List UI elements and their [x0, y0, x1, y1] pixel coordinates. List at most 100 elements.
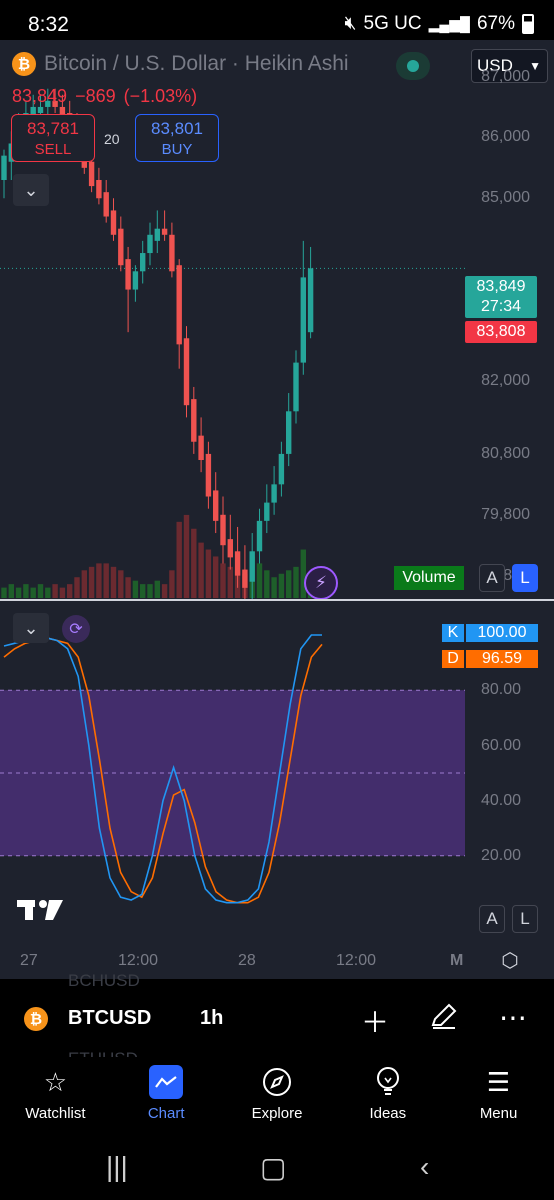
settings-hexagon-icon[interactable]: ⬡: [497, 947, 523, 973]
nav-ideas[interactable]: Ideas: [332, 1057, 443, 1137]
price-axis-label: 85,000: [481, 189, 530, 207]
sync-icon[interactable]: ⟳: [62, 615, 90, 643]
volume-bar: [30, 587, 36, 598]
volume-bar: [140, 584, 146, 598]
price-change: −869: [75, 86, 116, 106]
d-value: 96.59: [466, 650, 538, 668]
stochastic-pane[interactable]: ⌄ ⟳ K 100.00 D 96.59 80.00 60.00 40.00 2…: [0, 601, 554, 979]
candle-body: [213, 490, 219, 521]
volume-bar: [67, 584, 73, 598]
menu-icon: ☰: [486, 1066, 511, 1097]
sell-button[interactable]: 83,781 SELL: [11, 114, 95, 162]
candle-body: [307, 268, 314, 333]
symbol-selector[interactable]: BTCUSD: [68, 1007, 151, 1030]
candle-body: [198, 435, 204, 460]
nav-chart[interactable]: Chart: [111, 1057, 222, 1137]
chevron-down-icon: ▼: [529, 59, 541, 73]
volume-bar: [96, 563, 102, 598]
nav-watchlist[interactable]: ☆ Watchlist: [0, 1057, 111, 1137]
status-time: 8:32: [28, 13, 69, 36]
ghost-symbol-top: BCHUSD: [68, 971, 140, 990]
lightning-icon[interactable]: ⚡︎: [304, 566, 338, 600]
candle-body: [176, 265, 182, 345]
volume-bar: [8, 584, 14, 598]
recent-apps-icon[interactable]: |||: [106, 1151, 128, 1183]
compass-icon: [260, 1065, 294, 1099]
star-icon: ☆: [43, 1066, 68, 1097]
price-axis-label: 82,000: [481, 371, 530, 389]
bar-countdown: 27:34: [480, 298, 522, 315]
android-nav-bar: ||| ▢ ‹: [0, 1137, 554, 1200]
buy-button[interactable]: 83,801 BUY: [135, 114, 219, 162]
home-icon[interactable]: ▢: [260, 1151, 286, 1184]
volume-bar: [125, 577, 131, 598]
candle-body: [271, 484, 277, 503]
lightbulb-icon: [371, 1065, 405, 1099]
candle-body: [110, 210, 117, 235]
volume-bar: [103, 563, 109, 598]
d-value-row: D 96.59: [442, 650, 538, 668]
more-icon[interactable]: ⋯: [496, 1001, 530, 1034]
sell-price: 83,781: [27, 119, 79, 138]
candle-body: [242, 569, 248, 588]
volume-bar: [220, 563, 226, 598]
volume-bar: [286, 570, 292, 598]
nav-explore[interactable]: Explore: [222, 1057, 333, 1137]
price-axis-label: 86,000: [481, 128, 530, 146]
collapse-indicator-button[interactable]: ⌄: [13, 613, 49, 643]
candle-body: [205, 453, 212, 497]
price-chart[interactable]: ₿ Bitcoin / U.S. Dollar · Heikin Ashi US…: [0, 40, 554, 600]
back-icon[interactable]: ‹: [420, 1151, 429, 1183]
collapse-legend-button[interactable]: ⌄: [13, 174, 49, 206]
k-value: 100.00: [466, 624, 538, 642]
volume-bar: [88, 566, 95, 598]
price-change-pct: (−1.03%): [123, 86, 198, 106]
time-label-27: 27: [20, 952, 38, 969]
osc-level-80: 80.00: [480, 681, 521, 698]
volume-bar: [52, 584, 58, 598]
volume-bar: [81, 570, 87, 598]
volume-bar: [205, 549, 212, 598]
time-label-1200a: 12:00: [118, 952, 159, 969]
candle-body: [264, 502, 270, 521]
network-label: 5G UC: [363, 13, 422, 34]
plus-icon[interactable]: ＋: [358, 1001, 392, 1041]
auto-scale-button[interactable]: A: [479, 564, 505, 592]
last-price-badge-value: 83,849: [476, 278, 526, 295]
osc-log-scale-button[interactable]: L: [512, 905, 538, 933]
volume-bar: [45, 587, 51, 598]
volume-bar: [23, 584, 29, 598]
k-label: K: [442, 624, 464, 642]
candle-body: [169, 234, 175, 272]
spread-value: 20: [104, 131, 120, 147]
interval-label[interactable]: M: [450, 952, 463, 970]
timeframe-selector[interactable]: 1h: [200, 1007, 223, 1030]
candle-body: [227, 539, 233, 558]
symbol-bar: BCHUSD ETHUSD ₿ BTCUSD 1h ＋ ⋯: [0, 971, 554, 1068]
osc-level-40: 40.00: [480, 792, 521, 809]
signal-icon: ▂▄▆█: [428, 15, 470, 32]
pen-icon[interactable]: [427, 1001, 461, 1038]
volume-bar: [271, 577, 277, 598]
market-open-icon[interactable]: [396, 52, 430, 80]
tradingview-logo-icon: [17, 898, 63, 929]
osc-level-20: 20.00: [480, 847, 521, 864]
symbol-header[interactable]: ₿ Bitcoin / U.S. Dollar · Heikin Ashi: [12, 52, 349, 76]
log-scale-button[interactable]: L: [512, 564, 538, 592]
price-axis-label: 80,800: [481, 444, 530, 462]
nav-menu-label: Menu: [479, 1105, 518, 1122]
time-label-1200b: 12:00: [336, 952, 377, 969]
bitcoin-logo-icon[interactable]: ₿: [24, 1007, 48, 1031]
volume-bar: [59, 587, 66, 598]
osc-level-60: 60.00: [480, 737, 521, 754]
volume-bar: [74, 577, 80, 598]
volume-bar: [15, 587, 22, 598]
nav-explore-label: Explore: [251, 1105, 303, 1122]
osc-auto-scale-button[interactable]: A: [479, 905, 505, 933]
candle-body: [140, 253, 146, 272]
volume-label[interactable]: Volume: [394, 566, 464, 590]
volume-bar: [176, 521, 182, 598]
candle-body: [220, 514, 226, 546]
nav-menu[interactable]: ☰ Menu: [443, 1057, 554, 1137]
volume-bar: [37, 584, 44, 598]
